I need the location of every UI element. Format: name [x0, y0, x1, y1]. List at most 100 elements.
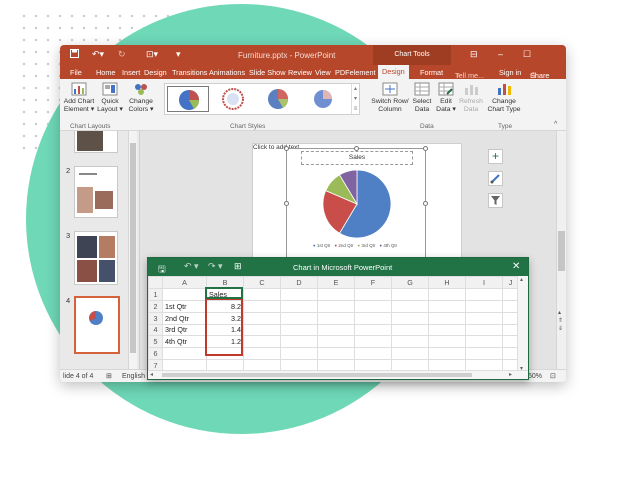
cell[interactable]	[465, 347, 503, 361]
zoom-level[interactable]: 50%	[528, 373, 542, 380]
cell[interactable]	[243, 347, 281, 361]
quick-layout-button[interactable]: Quick Layout ▾	[96, 82, 124, 114]
cell[interactable]	[465, 311, 503, 325]
cell[interactable]	[317, 287, 355, 301]
chart-object[interactable]: Sales ● 1st Qtr ● 2nd Qtr ● 3rd Qtr ● 4th Q…	[284, 146, 428, 258]
cell[interactable]	[317, 347, 355, 361]
cell[interactable]	[317, 299, 355, 313]
column-header[interactable]: E	[317, 276, 355, 289]
cell[interactable]	[354, 335, 392, 349]
cell[interactable]: 2nd Qtr	[162, 311, 207, 325]
legend-item[interactable]: ● 4th Qtr	[379, 243, 397, 248]
edit-data-in-excel-icon[interactable]: ⊞	[234, 261, 242, 272]
cell[interactable]	[391, 335, 429, 349]
chart-legend[interactable]: ● 1st Qtr ● 2nd Qtr ● 3rd Qtr ● 4th Qtr	[287, 243, 427, 251]
cell[interactable]	[162, 347, 207, 361]
cell[interactable]	[243, 335, 281, 349]
add-chart-element-button[interactable]: Add Chart Element ▾	[62, 82, 96, 114]
excel-undo-icon[interactable]: ↶ ▾	[184, 261, 199, 272]
cell[interactable]	[280, 299, 318, 313]
tab-review[interactable]: Review	[288, 68, 312, 77]
excel-scroll-thumb[interactable]	[162, 373, 472, 377]
cell[interactable]	[428, 335, 466, 349]
excel-horizontal-scrollbar[interactable]: ◂ ▸	[148, 370, 528, 379]
legend-item[interactable]: ● 2nd Qtr	[334, 243, 353, 248]
cell[interactable]	[280, 323, 318, 337]
cell[interactable]	[243, 311, 281, 325]
cell[interactable]: 4th Qtr	[162, 335, 207, 349]
cell[interactable]	[280, 311, 318, 325]
cell[interactable]: Sales	[206, 287, 244, 301]
cell[interactable]	[243, 323, 281, 337]
row-header[interactable]: 2	[148, 299, 163, 313]
slide-thumbnail-3[interactable]	[74, 231, 118, 285]
save-icon[interactable]	[70, 49, 79, 60]
slide-thumbnail-4[interactable]	[74, 296, 120, 354]
cell[interactable]	[465, 335, 503, 349]
slide-vertical-scrollbar[interactable]: ▴ ⇑ ⇓	[556, 131, 566, 369]
cell[interactable]	[428, 299, 466, 313]
minimize-icon[interactable]: –	[498, 49, 503, 59]
row-header[interactable]: 4	[148, 323, 163, 337]
slide-thumbnail-2[interactable]	[74, 166, 118, 218]
row-header[interactable]: 5	[148, 335, 163, 349]
fit-to-window-icon[interactable]: ⊡	[550, 372, 556, 380]
tab-chart-format[interactable]: Format	[420, 68, 443, 77]
undo-icon[interactable]: ↶▾	[92, 49, 104, 60]
cell[interactable]	[391, 299, 429, 313]
chart-style-3[interactable]	[257, 86, 299, 112]
cell[interactable]	[391, 347, 429, 361]
cell[interactable]	[243, 287, 281, 301]
row-header[interactable]: 1	[148, 287, 163, 301]
cell[interactable]	[428, 323, 466, 337]
notes-icon[interactable]: ⊞	[106, 372, 112, 380]
cell[interactable]	[428, 287, 466, 301]
column-header[interactable]: A	[162, 276, 207, 289]
collapse-ribbon-icon[interactable]: ^	[554, 121, 557, 128]
switch-row-column-button[interactable]: Switch Row/ Column	[370, 82, 410, 114]
cell[interactable]	[428, 347, 466, 361]
next-slide-icon[interactable]: ⇓	[558, 325, 563, 332]
tab-view[interactable]: View	[315, 68, 331, 77]
chart-filters-icon[interactable]	[488, 193, 503, 208]
tab-home[interactable]: Home	[96, 68, 115, 77]
select-all-corner[interactable]	[148, 276, 163, 289]
thumbnails-scrollbar[interactable]	[128, 131, 137, 369]
tab-slide-show[interactable]: Slide Show	[249, 68, 286, 77]
select-data-button[interactable]: Select Data	[410, 82, 434, 114]
thumbnails-scroll-thumb[interactable]	[130, 143, 136, 353]
gallery-scroll[interactable]: ▴ ▾ ≡	[351, 84, 359, 114]
excel-redo-icon[interactable]: ↷ ▾	[208, 261, 223, 272]
chart-styles-brush-icon[interactable]	[488, 171, 503, 186]
current-slide[interactable]: Click to add text Sales ● 1st Qtr ● 2nd Q…	[252, 143, 462, 261]
change-chart-type-button[interactable]: Change Chart Type	[486, 82, 522, 114]
cell[interactable]	[317, 311, 355, 325]
cell[interactable]	[354, 311, 392, 325]
scroll-left-icon[interactable]: ◂	[150, 371, 153, 378]
column-header[interactable]: I	[465, 276, 503, 289]
cell[interactable]	[317, 323, 355, 337]
cell[interactable]	[391, 323, 429, 337]
legend-item[interactable]: ● 1st Qtr	[313, 243, 330, 248]
scroll-right-icon[interactable]: ▸	[509, 371, 512, 378]
cell[interactable]	[206, 347, 244, 361]
cell[interactable]	[354, 287, 392, 301]
chart-style-2[interactable]	[212, 86, 254, 112]
column-header[interactable]: C	[243, 276, 281, 289]
resize-handle[interactable]	[284, 201, 289, 206]
edit-data-button[interactable]: Edit Data ▾	[434, 82, 458, 114]
cell[interactable]	[280, 287, 318, 301]
slide-thumbnail-1[interactable]	[74, 131, 118, 153]
maximize-icon[interactable]: ☐	[523, 49, 531, 60]
column-header[interactable]: D	[280, 276, 318, 289]
tab-file[interactable]: File	[70, 68, 82, 77]
refresh-data-button[interactable]: Refresh Data	[458, 82, 484, 114]
pie-chart[interactable]	[317, 167, 397, 241]
cell[interactable]	[391, 287, 429, 301]
cell[interactable]	[280, 335, 318, 349]
row-header[interactable]: 3	[148, 311, 163, 325]
scroll-up-icon[interactable]: ▴	[520, 276, 523, 283]
excel-vertical-scrollbar[interactable]: ▴ ▾	[517, 276, 528, 372]
tab-pdfelement[interactable]: PDFelement	[335, 68, 376, 77]
cell[interactable]	[354, 347, 392, 361]
